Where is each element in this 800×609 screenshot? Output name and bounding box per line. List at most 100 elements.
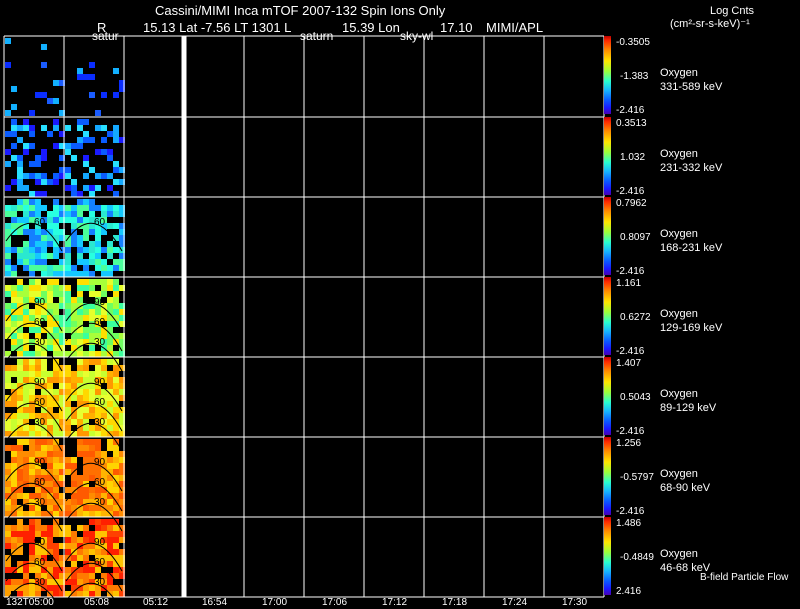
image-pixel [47,303,53,309]
image-pixel [83,74,89,80]
image-pixel [95,365,101,371]
image-pixel [35,309,41,315]
image-pixel [47,543,53,549]
image-pixel [113,457,119,463]
image-pixel [17,229,23,235]
image-pixel [83,475,89,481]
image-pixel [17,199,23,205]
image-pixel [77,309,83,315]
image-pixel [5,579,11,585]
image-pixel [5,223,11,229]
image-pixel [47,457,53,463]
image-pixel [107,439,113,445]
image-pixel [95,185,101,191]
image-pixel [83,451,89,457]
image-pixel [11,247,17,253]
image-pixel [95,519,101,525]
image-pixel [77,555,83,561]
image-pixel [23,371,29,377]
image-pixel [65,125,71,131]
species-label: Oxygen [660,148,698,160]
image-pixel [11,119,17,125]
image-pixel [17,205,23,211]
colorbar-min-label: -2.416 [616,105,645,116]
image-pixel [113,68,119,74]
image-pixel [89,253,95,259]
image-pixel [89,389,95,395]
image-pixel [113,487,119,493]
image-pixel [107,531,113,537]
image-pixel [5,38,11,44]
image-pixel [83,351,89,357]
image-pixel [17,493,23,499]
image-pixel [77,217,83,223]
image-pixel [41,511,47,517]
image-pixel [95,265,101,271]
image-pixel [107,377,113,383]
image-pixel [107,265,113,271]
image-pixel [47,499,53,505]
image-pixel [77,475,83,481]
image-pixel [11,531,17,537]
image-pixel [77,549,83,555]
colorbar-max-label: 1.407 [616,358,642,369]
image-pixel [29,389,35,395]
image-pixel [95,173,101,179]
image-pixel [113,591,119,597]
image-pixel [113,125,119,131]
image-pixel [5,365,11,371]
image-pixel [65,469,71,475]
image-pixel [107,519,113,525]
image-pixel [29,519,35,525]
image-pixel [23,217,29,223]
contour-label: 30 [94,577,106,588]
image-pixel [17,173,23,179]
image-pixel [107,185,113,191]
image-pixel [29,309,35,315]
species-label: Oxygen [660,548,698,560]
image-pixel [71,271,77,277]
image-pixel [107,481,113,487]
colorbar [604,197,611,275]
image-pixel [83,265,89,271]
image-pixel [77,253,83,259]
image-pixel [29,469,35,475]
image-pixel [65,389,71,395]
image-pixel [65,401,71,407]
image-pixel [53,451,59,457]
colorbar-mid-label: 0.6272 [620,312,651,323]
image-pixel [83,131,89,137]
colorbar-mid-label: 0.5043 [620,392,651,403]
image-pixel [17,125,23,131]
energy-label: 331-589 keV [660,81,723,93]
image-pixel [113,537,119,543]
image-pixel [89,92,95,98]
image-pixel [23,407,29,413]
colorbar-min-label: -2.416 [616,186,645,197]
image-pixel [101,351,107,357]
image-pixel [47,383,53,389]
image-pixel [5,149,11,155]
colorbar-min-label: -2.416 [616,266,645,277]
image-pixel [107,401,113,407]
image-pixel [23,297,29,303]
image-pixel [53,205,59,211]
image-pixel [89,271,95,277]
species-label: Oxygen [660,308,698,320]
image-pixel [107,457,113,463]
image-pixel [47,531,53,537]
image-pixel [29,445,35,451]
image-pixel [17,365,23,371]
image-pixel [47,217,53,223]
colorbar-max-label: 0.3513 [616,118,647,129]
image-pixel [23,457,29,463]
image-pixel [101,125,107,131]
image-pixel [71,537,77,543]
image-pixel [113,92,119,98]
time-tick-label: 17:06 [322,597,348,608]
image-pixel [11,475,17,481]
image-pixel [83,161,89,167]
image-pixel [77,315,83,321]
contour-label: 30 [34,417,46,428]
image-pixel [17,457,23,463]
